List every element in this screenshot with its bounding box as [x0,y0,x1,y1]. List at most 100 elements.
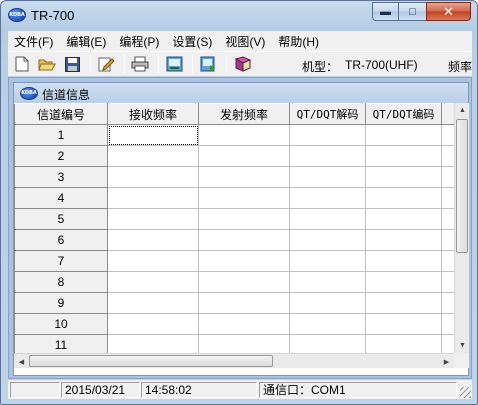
book-icon[interactable] [233,55,251,73]
grid-cell[interactable] [289,187,366,209]
grid-cell[interactable] [107,145,199,167]
grid-cell[interactable] [441,334,454,353]
row-header-channel-number[interactable]: 5 [14,208,108,230]
grid-cell[interactable] [289,250,366,272]
grid-cell[interactable] [365,124,442,146]
save-icon[interactable] [63,55,81,73]
row-header-channel-number[interactable]: 4 [14,187,108,209]
grid-cell[interactable] [289,145,366,167]
grid-cell[interactable] [365,229,442,251]
column-header-rx-freq[interactable]: 接收频率 [107,103,199,125]
grid-cell[interactable] [107,250,199,272]
row-header-channel-number[interactable]: 3 [14,166,108,188]
row-header-channel-number[interactable]: 8 [14,271,108,293]
column-header-qt-decode[interactable]: QT/DQT解码 [289,103,366,125]
grid-cell[interactable] [441,271,454,293]
grid-cell[interactable] [365,187,442,209]
grid-cell[interactable] [107,271,199,293]
menu-view[interactable]: 视图(V) [225,33,265,50]
title-bar[interactable]: KOBA TR-700 ▬ □ ✕ [1,1,477,31]
grid-cell[interactable] [198,145,290,167]
grid-cell[interactable] [289,229,366,251]
grid-cell[interactable] [441,313,454,335]
row-header-channel-number[interactable]: 11 [14,334,108,353]
grid-cell[interactable] [289,334,366,353]
grid-cell[interactable] [107,187,199,209]
grid-cell[interactable] [289,313,366,335]
grid-cell[interactable] [289,124,366,146]
new-file-icon[interactable] [13,55,31,73]
grid-cell[interactable] [198,250,290,272]
scroll-down-icon[interactable]: ▼ [455,338,470,353]
horizontal-scroll-thumb[interactable] [29,355,273,367]
horizontal-scrollbar[interactable]: ◀ ▶ [14,353,454,368]
maximize-button[interactable]: □ [399,2,426,21]
grid-cell[interactable] [289,208,366,230]
grid-cell[interactable] [107,124,199,146]
grid-cell[interactable] [198,229,290,251]
grid-cell[interactable] [441,208,454,230]
grid-cell[interactable] [365,166,442,188]
scroll-left-icon[interactable]: ◀ [14,354,29,369]
grid-cell[interactable] [198,124,290,146]
scroll-up-icon[interactable]: ▲ [455,103,470,118]
row-header-channel-number[interactable]: 1 [14,124,108,146]
menu-edit[interactable]: 编辑(E) [66,33,106,50]
column-header-tx-freq[interactable]: 发射频率 [198,103,290,125]
grid-cell[interactable] [107,229,199,251]
menu-settings[interactable]: 设置(S) [172,33,212,50]
open-folder-icon[interactable] [38,55,56,73]
grid-cell[interactable] [289,292,366,314]
read-radio-icon[interactable] [165,55,183,73]
menu-help[interactable]: 帮助(H) [278,33,319,50]
grid-cell[interactable] [198,313,290,335]
column-header-channel[interactable]: 信道编号 [14,103,108,125]
grid-cell[interactable] [441,145,454,167]
resize-grip-icon[interactable] [460,387,471,398]
grid-cell[interactable] [365,250,442,272]
grid-cell[interactable] [198,292,290,314]
grid-cell[interactable] [107,313,199,335]
column-header-qt-encode[interactable]: QT/DQT编码 [365,103,442,125]
grid-cell[interactable] [441,250,454,272]
column-header-tx-power[interactable]: 发射 [441,103,454,125]
minimize-button[interactable]: ▬ [372,2,399,21]
grid-cell[interactable] [198,334,290,353]
grid-cell[interactable] [441,187,454,209]
grid-cell[interactable] [198,166,290,188]
grid-cell[interactable] [365,292,442,314]
grid-cell[interactable] [289,271,366,293]
scroll-right-icon[interactable]: ▶ [439,354,454,369]
grid-cell[interactable] [198,187,290,209]
grid-cell[interactable] [107,292,199,314]
write-radio-icon[interactable] [199,55,217,73]
grid-cell[interactable] [365,271,442,293]
grid-cell[interactable] [107,334,199,353]
grid-cell[interactable] [365,145,442,167]
grid-cell[interactable] [289,166,366,188]
row-header-channel-number[interactable]: 9 [14,292,108,314]
grid-cell[interactable] [198,208,290,230]
row-header-channel-number[interactable]: 10 [14,313,108,335]
grid-cell[interactable] [441,229,454,251]
grid-cell[interactable] [107,208,199,230]
grid-cell[interactable] [365,334,442,353]
child-title-bar[interactable]: KOBA 信道信息 [14,83,468,103]
grid-cell[interactable] [365,208,442,230]
edit-icon[interactable] [97,55,115,73]
row-header-channel-number[interactable]: 7 [14,250,108,272]
row-header-channel-number[interactable]: 2 [14,145,108,167]
close-button[interactable]: ✕ [426,2,471,21]
row-header-channel-number[interactable]: 6 [14,229,108,251]
grid-cell[interactable] [198,271,290,293]
menu-program[interactable]: 编程(P) [119,33,159,50]
print-icon[interactable] [131,55,149,73]
grid-cell[interactable] [441,124,454,146]
vertical-scroll-thumb[interactable] [456,119,468,253]
grid-cell[interactable] [441,166,454,188]
menu-file[interactable]: 文件(F) [14,33,53,50]
vertical-scrollbar[interactable]: ▲ ▼ [454,103,469,353]
grid-cell[interactable] [365,313,442,335]
grid-cell[interactable] [107,166,199,188]
grid-cell[interactable] [441,292,454,314]
